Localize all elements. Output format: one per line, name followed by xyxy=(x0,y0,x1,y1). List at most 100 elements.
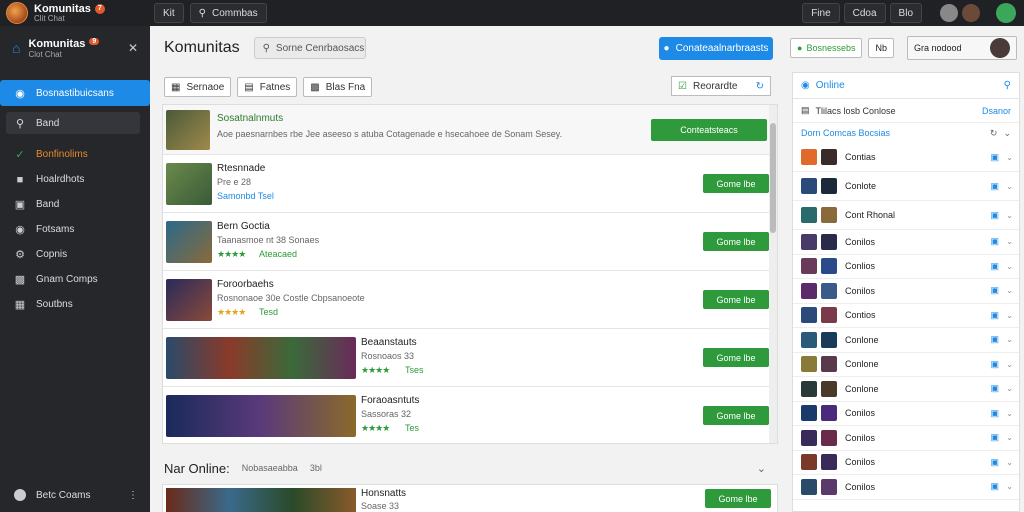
message-icon[interactable]: ▣ xyxy=(990,334,999,345)
list-item[interactable]: Sosatnalnmuts Aoe paesnarnbes rbe Jee as… xyxy=(163,105,775,155)
friend-row[interactable]: Cont Rhonal ▣ ⌄ xyxy=(793,201,1019,230)
join-button[interactable]: Gome lbe xyxy=(703,232,769,251)
friend-row[interactable]: Conilos ▣ ⌄ xyxy=(793,475,1019,500)
app-logo[interactable]: Komunitas 7 Clit Chat xyxy=(0,0,150,26)
top-button-3[interactable]: Blo xyxy=(889,3,922,23)
message-icon[interactable]: ▣ xyxy=(990,181,999,192)
scrollbar-thumb[interactable] xyxy=(770,123,776,233)
friend-row[interactable]: Conilos ▣ ⌄ xyxy=(793,230,1019,255)
friend-name: Conilos xyxy=(845,285,876,296)
friend-row[interactable]: Contios ▣ ⌄ xyxy=(793,304,1019,328)
message-icon[interactable]: ▣ xyxy=(990,210,999,221)
sidebar-search[interactable]: ⚲ Band xyxy=(6,112,140,134)
friend-row[interactable]: Conilos ▣ ⌄ xyxy=(793,279,1019,304)
list-item[interactable]: Bern Goctia Taanasmoe nt 38 Sonaes ★★★★ … xyxy=(163,213,775,271)
message-icon[interactable]: ▣ xyxy=(990,481,999,492)
join-button[interactable]: Gome lbe xyxy=(703,290,769,309)
panel-online-bar[interactable]: ◉ Online ⚲ xyxy=(793,73,1019,99)
message-icon[interactable]: ▣ xyxy=(990,285,999,296)
friend-row[interactable]: Conilos ▣ ⌄ xyxy=(793,451,1019,475)
friend-row[interactable]: Conlote ▣ ⌄ xyxy=(793,172,1019,201)
friend-row[interactable]: Conlone ▣ ⌄ xyxy=(793,328,1019,353)
not-online-header[interactable]: Nar Online: Nobasaeabba 3bl ⌄ xyxy=(164,458,780,478)
chevron-down-icon[interactable]: ⌄ xyxy=(1006,262,1013,271)
online-filter-button[interactable]: ● Bosnessebs xyxy=(790,38,863,58)
sidebar-item-6[interactable]: ▦ Soutbns xyxy=(0,292,150,317)
group-select[interactable]: ☑ Reorardte ↻ xyxy=(671,76,771,96)
home-icon[interactable]: ⌂ xyxy=(12,40,20,56)
chevron-down-icon[interactable]: ⌄ xyxy=(1006,335,1013,344)
chevron-down-icon[interactable]: ⌄ xyxy=(1006,360,1013,369)
message-icon[interactable]: ▣ xyxy=(990,261,999,272)
join-button[interactable]: Gome lbe xyxy=(703,406,769,425)
join-button[interactable]: Conteatsteacs xyxy=(651,119,767,141)
top-button-2[interactable]: Cdoa xyxy=(843,3,886,23)
sidebar-item-4[interactable]: ⚙ Copnis xyxy=(0,242,150,267)
message-icon[interactable]: ▣ xyxy=(990,236,999,247)
join-button[interactable]: Gome lbe xyxy=(705,489,771,508)
top-tab-kit[interactable]: Kit xyxy=(154,3,184,23)
join-button[interactable]: Gome lbe xyxy=(703,174,769,193)
more-icon[interactable]: ⋮ xyxy=(128,490,138,501)
filter-button-2[interactable]: ▤ Fatnes xyxy=(237,77,298,97)
sidebar-bottom[interactable]: Betc Coams ⋮ xyxy=(0,486,150,504)
message-icon[interactable]: ▣ xyxy=(990,408,999,419)
message-icon[interactable]: ▣ xyxy=(990,359,999,370)
join-button[interactable]: Gome lbe xyxy=(703,348,769,367)
sidebar-item-1[interactable]: ■ Hoalrdhots xyxy=(0,167,150,192)
friend-row[interactable]: Conlone ▣ ⌄ xyxy=(793,353,1019,377)
list-item[interactable]: Beaanstauts Rosnoaos 33 ★★★★ Tses Gome l… xyxy=(163,329,775,387)
profile-avatar[interactable] xyxy=(996,3,1016,23)
message-icon[interactable]: ▣ xyxy=(990,152,999,163)
message-icon[interactable]: ▣ xyxy=(990,383,999,394)
friend-row[interactable]: Conilos ▣ ⌄ xyxy=(793,402,1019,426)
chevron-down-icon[interactable]: ⌄ xyxy=(1006,211,1013,220)
search-icon: ⚲ xyxy=(262,42,270,54)
user-avatar-small[interactable] xyxy=(962,4,980,22)
list-item[interactable]: Rtesnnade Pre e 28 Samonbd Tsel Gome lbe xyxy=(163,155,775,213)
close-icon[interactable]: ✕ xyxy=(128,41,138,55)
rating-stars-icon: ★★★★ xyxy=(361,423,390,433)
message-icon[interactable]: ▣ xyxy=(990,457,999,468)
sidebar-item-2[interactable]: ▣ Band xyxy=(0,192,150,217)
section-header[interactable]: Dorn Comcas Bocsias ↻ ⌄ xyxy=(793,123,1019,143)
gear-icon: ⚙ xyxy=(15,249,25,261)
message-icon[interactable]: ▣ xyxy=(990,310,999,321)
small-button[interactable]: Nb xyxy=(868,38,894,58)
search-icon[interactable]: ⚲ xyxy=(1004,80,1011,91)
chevron-down-icon[interactable]: ⌄ xyxy=(1006,286,1013,295)
friend-row[interactable]: Contias ▣ ⌄ xyxy=(793,143,1019,172)
chevron-down-icon[interactable]: ⌄ xyxy=(1006,482,1013,491)
sidebar-item-5[interactable]: ▩ Gnam Comps xyxy=(0,267,150,292)
chevron-down-icon[interactable]: ⌄ xyxy=(757,462,766,475)
message-icon[interactable]: ▣ xyxy=(990,432,999,443)
top-button-1[interactable]: Fine xyxy=(802,3,840,23)
chevron-down-icon[interactable]: ⌄ xyxy=(1006,153,1013,162)
chevron-down-icon[interactable]: ⌄ xyxy=(1006,311,1013,320)
chevron-down-icon[interactable]: ⌄ xyxy=(1006,458,1013,467)
sidebar-item-3[interactable]: ◉ Fotsams xyxy=(0,217,150,242)
chat-icon[interactable] xyxy=(940,4,958,22)
top-search-button[interactable]: ⚲ Commbas xyxy=(189,3,267,23)
chevron-down-icon[interactable]: ⌄ xyxy=(1006,433,1013,442)
chevron-down-icon[interactable]: ⌄ xyxy=(1006,384,1013,393)
radar-button[interactable]: Gra nodood xyxy=(907,36,1017,60)
filter-button-1[interactable]: ▦ Sernaoe xyxy=(164,77,232,97)
friends-list-panel: ◉ Online ⚲ ▤ Tlilacs losb Conlose Dsanor Dor… xyxy=(792,72,1020,512)
filter-button-3[interactable]: ▩ Blas Fna xyxy=(303,77,373,97)
friend-row[interactable]: Conilos ▣ ⌄ xyxy=(793,426,1019,451)
sidebar-item-active[interactable]: ◉ Bosnastibuicsans xyxy=(0,80,150,106)
sidebar-item-0[interactable]: ✓ Bonfinolims xyxy=(0,142,150,167)
list-scrollbar[interactable] xyxy=(769,105,777,443)
chevron-down-icon[interactable]: ⌄ xyxy=(1006,409,1013,418)
friend-row[interactable]: Conlone ▣ ⌄ xyxy=(793,377,1019,402)
list-item[interactable]: Honsnatts Soase 33 Gome lbe xyxy=(162,484,778,512)
primary-action-button[interactable]: ● Conateaalnarbraasts xyxy=(659,37,773,60)
panel-header-right[interactable]: Dsanor xyxy=(982,106,1011,116)
chevron-down-icon[interactable]: ⌄ xyxy=(1006,237,1013,246)
friend-row[interactable]: Conlios ▣ ⌄ xyxy=(793,255,1019,279)
list-item[interactable]: Foroorbaehs Rosnonaoe 30e Costle Cbpsano… xyxy=(163,271,775,329)
chevron-down-icon[interactable]: ⌄ xyxy=(1006,182,1013,191)
search-input[interactable]: ⚲ Sorne Cenrbaosacs xyxy=(253,37,366,59)
list-item[interactable]: Foraoasntuts Sassoras 32 ★★★★ Tes Gome l… xyxy=(163,387,775,443)
